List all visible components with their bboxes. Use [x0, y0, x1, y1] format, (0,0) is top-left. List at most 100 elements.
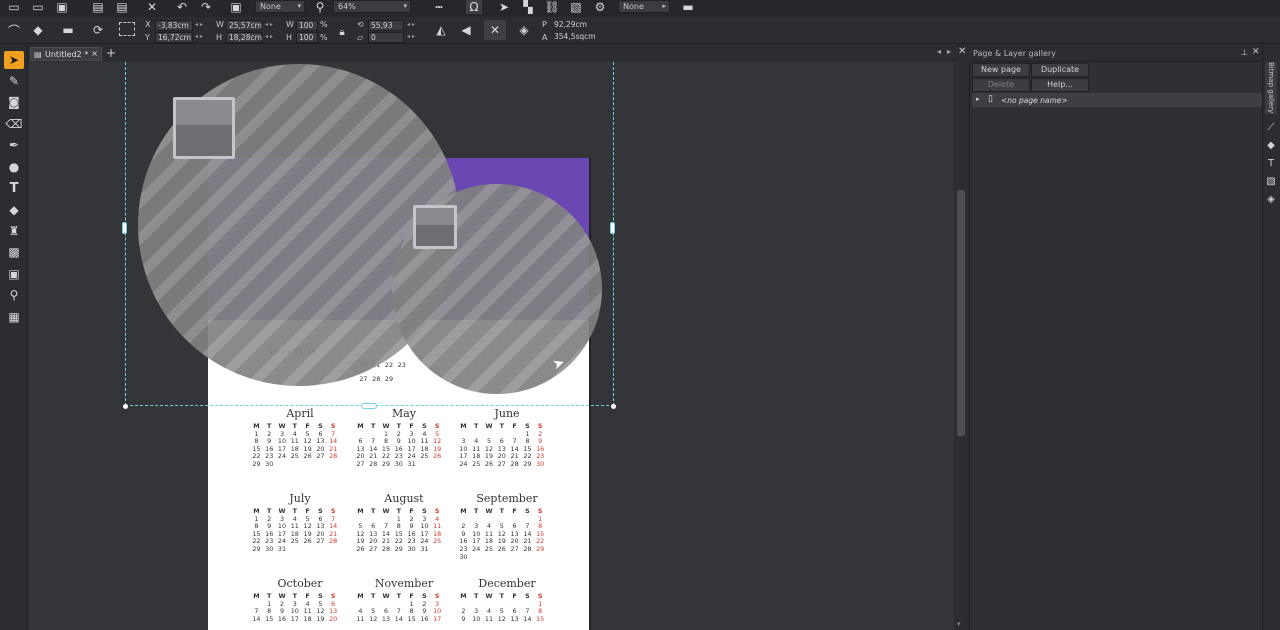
zoom-select[interactable]: 64% ▾: [333, 0, 411, 13]
quality-select[interactable]: None ▸: [618, 0, 670, 13]
height-field[interactable]: 18,28cm: [226, 32, 262, 43]
vertical-scrollbar-thumb[interactable]: [957, 190, 965, 436]
scale-height-field[interactable]: 100: [296, 32, 318, 43]
flip-horizontal-icon[interactable]: ◭: [433, 23, 449, 37]
width-stepper-icon[interactable]: ◂ ▸: [265, 21, 273, 28]
tag-gallery-icon[interactable]: ◈: [1264, 194, 1278, 208]
cal-day: 18: [303, 614, 312, 623]
shadow-tool-icon[interactable]: ▩: [4, 243, 24, 261]
selector-tool-icon[interactable]: ➤: [4, 51, 24, 69]
scale-width-field[interactable]: 100: [296, 20, 318, 31]
cut-icon[interactable]: ✕: [144, 0, 160, 14]
expand-arrow-icon[interactable]: ▸: [976, 95, 980, 103]
open-document-icon[interactable]: ▭: [30, 0, 46, 14]
scale-lines-icon[interactable]: ✕: [484, 20, 506, 40]
transparency-tool-icon[interactable]: ♜: [4, 222, 24, 240]
scale-w-label: W: [286, 20, 294, 29]
copy-icon[interactable]: ▣: [228, 0, 244, 14]
save-icon[interactable]: ▣: [54, 0, 70, 14]
blend-icon[interactable]: ▬: [60, 23, 76, 37]
page-layer-gallery: [969, 62, 1262, 630]
fill-tool-icon[interactable]: ◆: [4, 201, 24, 219]
close-panel-icon[interactable]: ✕: [1252, 47, 1260, 57]
shape-editor-tool-icon[interactable]: ✎: [4, 72, 24, 90]
transform-icon[interactable]: ▧: [568, 0, 584, 14]
snap-select[interactable]: None ▾: [255, 0, 305, 13]
new-page-button[interactable]: New page: [972, 63, 1030, 77]
cal-day: 14: [523, 614, 532, 623]
zoom-tool-icon[interactable]: ⚲: [4, 286, 24, 304]
table-tool-icon[interactable]: ▦: [4, 308, 24, 326]
undo-icon[interactable]: ↶: [174, 0, 190, 14]
close-document-icon[interactable]: ✕: [958, 46, 966, 57]
lock-aspect-icon[interactable]: 🔒︎: [336, 25, 348, 39]
angle-field[interactable]: 55,93: [368, 20, 404, 31]
pointer-icon[interactable]: ➤: [496, 0, 512, 14]
skew-field[interactable]: 0: [368, 32, 404, 43]
info-bar: ⌒ ◆ ▬ ⟳ X -3,83cm ◂ ▸ Y 16,72cm ◂ ▸ W 25…: [0, 17, 1280, 44]
weekday-header: M: [460, 422, 467, 430]
pin-icon[interactable]: ⊥: [1241, 48, 1248, 57]
fill-tool-icon[interactable]: ◆: [30, 23, 46, 37]
page-icon: ▯: [988, 94, 993, 104]
tag-icon[interactable]: ◈: [516, 23, 532, 37]
tab-bitmap-gallery[interactable]: Bitmap gallery: [1265, 62, 1277, 114]
help-button[interactable]: Help...: [1031, 78, 1089, 92]
new-document-icon[interactable]: ▭: [6, 0, 22, 14]
resize-handle-left[interactable]: [122, 222, 127, 234]
width-field[interactable]: 25,57cm: [226, 20, 262, 31]
cal-day: 15: [536, 614, 545, 623]
height-stepper-icon[interactable]: ◂ ▸: [265, 33, 273, 40]
ellipse-tool-icon[interactable]: ●: [4, 158, 24, 176]
redo-icon[interactable]: ↷: [198, 0, 214, 14]
preview-icon[interactable]: ▬: [680, 0, 696, 14]
tab-scroll-right-icon[interactable]: ▸: [947, 47, 951, 56]
import-icon[interactable]: ▤: [90, 0, 106, 14]
tab-untitled2[interactable]: ▤ Untitled2 * ×: [30, 47, 102, 61]
resize-handle-bottom-right[interactable]: [611, 404, 616, 409]
layer-tree-row[interactable]: ▸ ▯ <no page name>: [972, 93, 1262, 107]
month-calendar: June M T W T F S S 1 2 3 4 5 6 7 8 9 10 11 12 13 14 15 16 17 18 19…: [457, 407, 557, 469]
pen-tool-icon[interactable]: ✒: [4, 136, 24, 154]
clipart-gallery-icon[interactable]: ▧: [1264, 176, 1278, 190]
zoom-tool-icon[interactable]: ⚲: [312, 0, 328, 14]
weekday-header: S: [525, 507, 530, 515]
x-stepper-icon[interactable]: ◂ ▸: [195, 21, 203, 28]
selection-bounds-icon[interactable]: [119, 22, 135, 36]
magnet-icon[interactable]: Ω: [466, 0, 482, 14]
flip-vertical-icon[interactable]: ◀: [458, 23, 474, 37]
shape-curve-icon[interactable]: ⌒: [6, 23, 22, 38]
cal-day: 27: [497, 459, 506, 468]
y-field[interactable]: 16,72cm: [155, 32, 193, 43]
settings-icon[interactable]: ⚙: [592, 0, 608, 14]
cal-day: [314, 461, 327, 469]
font-gallery-icon[interactable]: T: [1264, 158, 1278, 172]
arrange-icon[interactable]: ▚: [520, 0, 536, 14]
resize-handle-right[interactable]: [610, 222, 615, 234]
fill-gallery-icon[interactable]: ◆: [1264, 140, 1278, 154]
duplicate-button[interactable]: Duplicate: [1031, 63, 1089, 77]
delete-button[interactable]: Delete: [972, 78, 1030, 92]
eraser-tool-icon[interactable]: ⌫: [4, 115, 24, 133]
mould-tool-icon[interactable]: ▣: [4, 265, 24, 283]
perimeter-label: P: [542, 20, 547, 29]
link-icon[interactable]: ⛓: [544, 0, 560, 14]
y-stepper-icon[interactable]: ◂ ▸: [195, 33, 203, 40]
x-field[interactable]: -3,83cm: [155, 20, 193, 31]
month-calendar: November M T W T F S S 1 2 3 4 5 6 7 8 9 10 11 12 13 14 15 16 17: [354, 577, 454, 623]
skew-stepper-icon[interactable]: ◂ ▸: [407, 33, 415, 40]
text-tool-icon[interactable]: T: [4, 179, 24, 197]
ruler-icon[interactable]: ┅: [428, 0, 450, 14]
angle-stepper-icon[interactable]: ◂ ▸: [407, 21, 415, 28]
line-gallery-icon[interactable]: ⟋: [1264, 122, 1278, 136]
scroll-down-icon[interactable]: ▾: [957, 620, 967, 630]
close-tab-icon[interactable]: ×: [91, 49, 98, 58]
camera-tool-icon[interactable]: ◙: [4, 93, 24, 111]
rotate-icon[interactable]: ⟳: [90, 23, 106, 37]
export-icon[interactable]: ▤: [114, 0, 130, 14]
add-tab-icon[interactable]: +: [106, 46, 116, 60]
cal-day: 25: [484, 544, 494, 553]
resize-handle-bottom[interactable]: [361, 403, 377, 409]
resize-handle-bottom-left[interactable]: [123, 404, 128, 409]
tab-scroll-left-icon[interactable]: ◂: [937, 47, 941, 56]
